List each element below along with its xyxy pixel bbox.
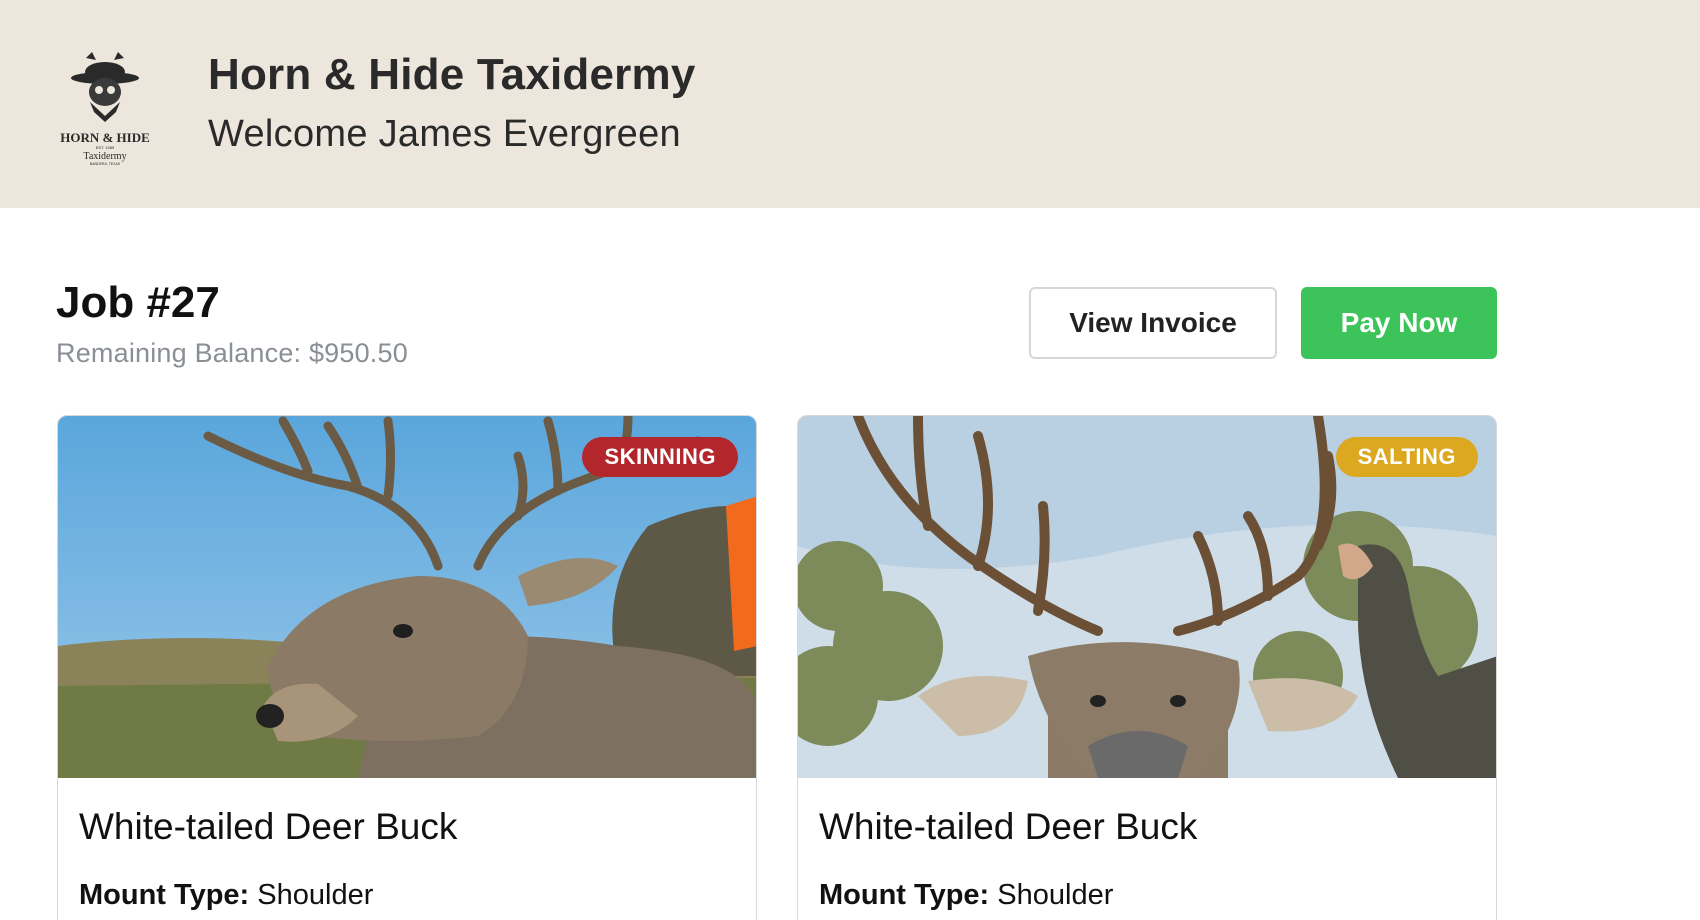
welcome-text: Welcome James Evergreen [208, 113, 681, 155]
top-header: HORN & HIDE EST. 1989 Taxidermy BANDERA,… [0, 0, 1700, 208]
deer-photo: SKINNING [58, 416, 756, 778]
logo-line2: EST. 1989 [96, 145, 115, 150]
job-item-card[interactable]: SALTING White-tailed Deer Buck Mount Typ… [797, 415, 1497, 920]
mount-type-label: Mount Type: [79, 879, 250, 911]
mount-type-label: Mount Type: [819, 879, 990, 911]
job-item-card[interactable]: SKINNING White-tailed Deer Buck Mount Ty… [57, 415, 757, 920]
mount-type: Mount Type: Shoulder [819, 879, 1113, 912]
remaining-balance: Remaining Balance: $950.50 [56, 338, 408, 368]
job-title: Job #27 [56, 278, 220, 327]
card-title: White-tailed Deer Buck [819, 806, 1198, 847]
logo-line1: HORN & HIDE [60, 130, 150, 145]
status-badge: SALTING [1335, 437, 1478, 477]
mount-type-value: Shoulder [997, 879, 1114, 911]
mount-type: Mount Type: Shoulder [79, 879, 373, 912]
mount-type-value: Shoulder [257, 879, 374, 911]
view-invoice-button[interactable]: View Invoice [1029, 287, 1277, 359]
deer-photo: SALTING [798, 416, 1496, 778]
logo-line4: BANDERA, TEXAS [90, 162, 121, 166]
status-badge: SKINNING [582, 437, 738, 477]
card-title: White-tailed Deer Buck [79, 806, 458, 847]
pay-now-button[interactable]: Pay Now [1301, 287, 1497, 359]
brand-title: Horn & Hide Taxidermy [208, 50, 696, 99]
logo-line3: Taxidermy [83, 151, 126, 162]
skull-cowboy-logo-icon: HORN & HIDE EST. 1989 Taxidermy BANDERA,… [52, 48, 158, 166]
